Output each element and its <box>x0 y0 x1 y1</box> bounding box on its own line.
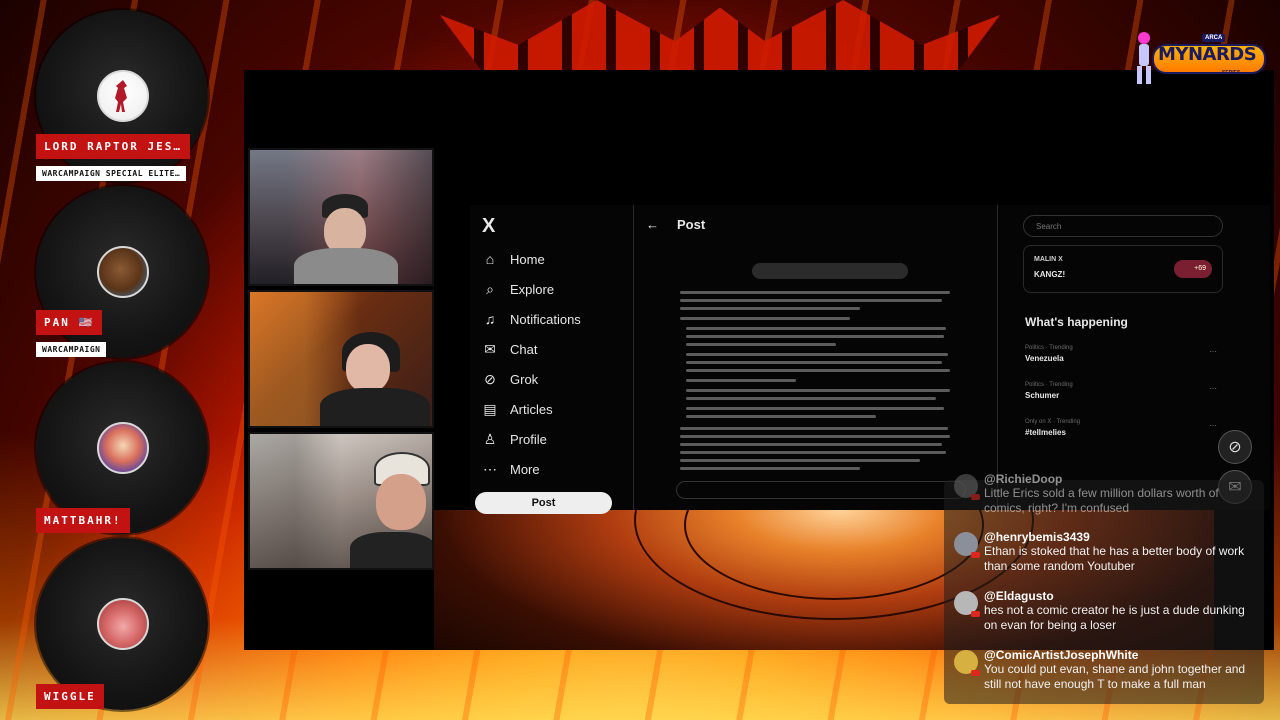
mynards-series-logo: MYNARDS ARCA SERIES <box>1130 30 1270 86</box>
x-logo-icon[interactable]: X <box>482 215 495 238</box>
back-arrow-icon[interactable]: ← <box>646 217 659 232</box>
chat-username[interactable]: @ComicArtistJosephWhite <box>984 648 1259 662</box>
participant-name: MATTBAHR! <box>36 508 130 533</box>
nav-chat[interactable]: ✉ Chat <box>482 341 537 357</box>
chat-avatar <box>954 591 980 617</box>
logo-suffix: SERIES <box>1222 70 1241 76</box>
post-header: ← Post <box>646 217 705 232</box>
chat-text: hes not a comic creator he is just a dud… <box>984 603 1245 632</box>
nav-label: Profile <box>510 431 547 447</box>
chat-username[interactable]: @Eldagusto <box>984 589 1259 603</box>
mail-icon: ✉ <box>484 340 496 357</box>
nav-label: Home <box>510 251 545 267</box>
driver-figure-icon <box>1137 32 1151 84</box>
trend-label: Schumer <box>1025 391 1060 400</box>
nav-label: Grok <box>510 371 539 387</box>
nav-profile[interactable]: ♙ Profile <box>482 431 547 447</box>
more-icon[interactable]: ⋯ <box>1209 421 1217 430</box>
trend-label: Venezuela <box>1025 354 1064 363</box>
nav-notifications[interactable]: ♫ Notifications <box>482 311 581 327</box>
grok-icon[interactable]: ⊘ <box>1218 430 1252 464</box>
skeleton-figure-icon <box>97 70 149 122</box>
post-header-title: Post <box>677 217 706 232</box>
trend-meta: Politics · Trending <box>1025 345 1073 351</box>
trend-item[interactable]: Politics · Trending Schumer <box>1025 382 1073 400</box>
articles-icon: ▤ <box>483 400 497 417</box>
more-icon[interactable]: ⋯ <box>1209 347 1217 356</box>
participant-subtitle: WARCAMPAIGN SPECIAL ELITE… <box>36 166 187 181</box>
chat-message: @ComicArtistJosephWhite You could put ev… <box>954 648 1259 692</box>
chat-message: @Eldagusto hes not a comic creator he is… <box>954 589 1259 633</box>
chat-avatar <box>954 474 980 500</box>
chat-message: @henrybemis3439 Ethan is stoked that he … <box>954 530 1259 574</box>
participant-name: WIGGLE <box>36 684 104 709</box>
nav-label: Notifications <box>510 311 581 327</box>
chat-text: Little Erics sold a few million dollars … <box>984 486 1219 515</box>
trend-meta: Only on X · Trending <box>1025 419 1081 425</box>
logo-wordmark: MYNARDS <box>1158 44 1257 65</box>
nav-label: Chat <box>510 341 538 357</box>
bell-icon: ♫ <box>484 311 496 327</box>
nav-label: Explore <box>510 281 555 297</box>
participant-card-1: LORD RAPTOR JES… WARCAMPAIGN SPECIAL ELI… <box>36 10 208 182</box>
comic-art-icon <box>97 422 149 474</box>
chat-username[interactable]: @henrybemis3439 <box>984 530 1259 544</box>
nav-explore[interactable]: ⌕ Explore <box>482 281 554 297</box>
trend-item[interactable]: Only on X · Trending #tellmelies <box>1025 419 1080 437</box>
nav-home[interactable]: ⌂ Home <box>482 251 545 267</box>
nav-label: More <box>510 461 540 477</box>
nav-articles[interactable]: ▤ Articles <box>482 400 553 417</box>
trend-label: #tellmelies <box>1025 428 1066 437</box>
participant-name: LORD RAPTOR JES… <box>36 134 190 159</box>
pinned-text: KANGZ! <box>1034 270 1066 279</box>
chat-text: You could put evan, shane and john toget… <box>984 662 1246 691</box>
chat-message: @RichieDoop Little Erics sold a few mill… <box>954 472 1259 516</box>
pinned-user: MALIN X <box>1034 256 1063 263</box>
logo-prefix: ARCA <box>1202 34 1226 42</box>
more-icon[interactable]: ⋯ <box>1209 384 1217 393</box>
chat-text: Ethan is stoked that he has a better bod… <box>984 544 1245 573</box>
more-icon: ⋯ <box>483 460 497 477</box>
pinned-card[interactable]: MALIN X KANGZ! +69 <box>1023 245 1223 293</box>
bigfoot-icon <box>97 246 149 298</box>
webcam-2 <box>248 290 434 428</box>
chat-avatar <box>954 650 980 676</box>
participant-card-4: WIGGLE <box>36 538 208 710</box>
person-icon: ♙ <box>483 430 497 447</box>
webcam-1 <box>248 148 434 286</box>
search-icon: ⌕ <box>486 280 494 297</box>
nav-more[interactable]: ⋯ More <box>482 461 540 477</box>
trend-meta: Politics · Trending <box>1025 382 1073 388</box>
quoted-prompt-bubble <box>752 263 908 279</box>
participant-card-3: MATTBAHR! <box>36 362 208 534</box>
nav-label: Articles <box>510 401 553 417</box>
trend-item[interactable]: Politics · Trending Venezuela <box>1025 345 1073 363</box>
chat-avatar <box>954 532 980 558</box>
participant-card-2: PAN 🇺🇸 WARCAMPAIGN <box>36 186 208 358</box>
nav-grok[interactable]: ⊘ Grok <box>482 371 538 387</box>
webcam-3 <box>248 432 434 570</box>
grok-icon: ⊘ <box>484 370 496 387</box>
pinned-avatars: +69 <box>1174 260 1212 278</box>
chat-username[interactable]: @RichieDoop <box>984 472 1259 486</box>
home-icon: ⌂ <box>485 251 495 267</box>
participant-name: PAN 🇺🇸 <box>36 310 103 335</box>
happening-title: What's happening <box>1025 315 1128 329</box>
live-chat-overlay: @RichieDoop Little Erics sold a few mill… <box>944 464 1264 704</box>
search-input[interactable]: Search <box>1023 215 1223 237</box>
reply-input[interactable] <box>676 481 966 499</box>
post-button[interactable]: Post <box>475 492 612 514</box>
monkey-icon <box>97 598 149 650</box>
participant-subtitle: WARCAMPAIGN <box>36 342 107 357</box>
